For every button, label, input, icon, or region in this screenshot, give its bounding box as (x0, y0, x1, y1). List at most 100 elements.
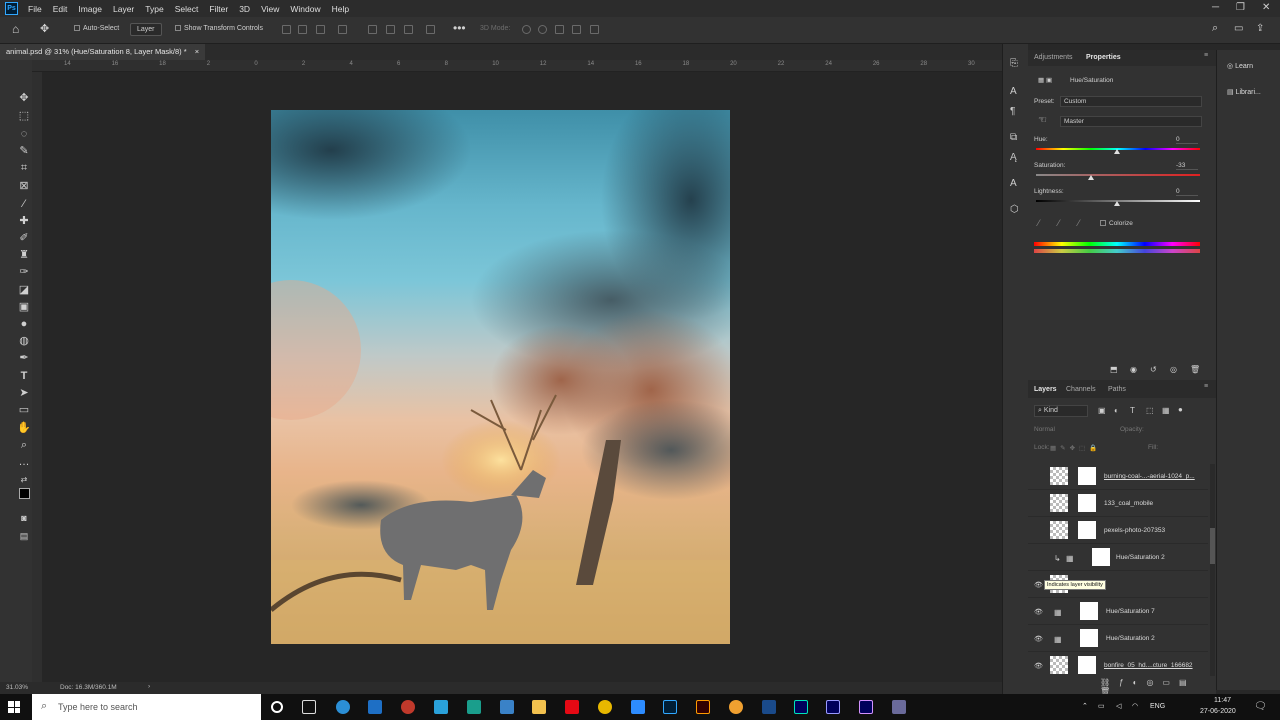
tab-channels[interactable]: Channels (1066, 386, 1096, 393)
roll-3d-icon[interactable] (538, 25, 547, 34)
layer-name[interactable]: Hue/Saturation 2 (1116, 554, 1165, 561)
workspace-icon[interactable]: ▭ (1234, 23, 1243, 34)
tab-properties[interactable]: Properties (1086, 54, 1121, 61)
hue-value-input[interactable]: 0 (1176, 136, 1198, 144)
layers-scrollbar[interactable] (1210, 464, 1215, 676)
layer-row[interactable]: 👁 bonfire_05_hd....cture_166682 (1028, 653, 1208, 676)
targeted-adjustment-icon[interactable]: ☜ (1038, 115, 1047, 126)
edge-icon[interactable] (336, 700, 350, 714)
status-arrow-icon[interactable]: › (148, 683, 150, 690)
menu-filter[interactable]: Filter (209, 4, 228, 14)
slide-3d-icon[interactable] (572, 25, 581, 34)
layer-mask-thumbnail[interactable] (1078, 521, 1096, 539)
layer-row[interactable]: pexels-photo-207353 (1028, 518, 1208, 544)
network-icon[interactable]: ▭ (1098, 702, 1105, 710)
volume-icon[interactable]: ◁ (1116, 702, 1121, 710)
layer-name[interactable]: Hue/Saturation 2 (1106, 635, 1155, 642)
filter-smart-icon[interactable]: ▦ (1162, 406, 1170, 415)
layer-row[interactable]: 👁 ▦ Hue/Saturation 2 (1028, 626, 1208, 652)
quick-mask-icon[interactable]: ◙ (17, 512, 31, 524)
colorize-checkbox[interactable]: Colorize (1100, 220, 1133, 227)
align-center-icon[interactable] (298, 25, 307, 34)
illustrator-icon[interactable] (696, 700, 710, 714)
menu-view[interactable]: View (261, 4, 279, 14)
history-brush-tool-icon[interactable]: ✑ (17, 266, 31, 278)
brush-tool-icon[interactable]: ✐ (17, 232, 31, 244)
saturation-value-input[interactable]: -33 (1176, 162, 1198, 170)
move-tool-icon[interactable]: ✥ (17, 92, 31, 104)
layer-dropdown[interactable]: Layer (130, 23, 162, 36)
lightness-slider-thumb[interactable] (1114, 201, 1120, 206)
home-icon[interactable]: ⌂ (12, 22, 19, 36)
align-left-icon[interactable] (282, 25, 291, 34)
document-tab[interactable]: animal.psd @ 31% (Hue/Saturation 8, Laye… (0, 44, 206, 60)
drag-3d-icon[interactable] (555, 25, 564, 34)
align-right-icon[interactable] (316, 25, 325, 34)
marquee-tool-icon[interactable]: ⬚ (17, 110, 31, 122)
saturation-slider[interactable] (1036, 174, 1200, 176)
crop-tool-icon[interactable]: ⌗ (17, 162, 31, 174)
layers-scroll-thumb[interactable] (1210, 528, 1215, 564)
paragraph-icon[interactable]: ¶ (1010, 106, 1015, 117)
store-icon[interactable] (500, 700, 514, 714)
app-m-icon[interactable] (467, 700, 481, 714)
menu-window[interactable]: Window (290, 4, 320, 14)
mail-icon[interactable] (368, 700, 382, 714)
tab-paths[interactable]: Paths (1108, 386, 1126, 393)
cortana-icon[interactable] (271, 701, 283, 713)
layer-row[interactable]: 👁 ▦ Hue/Saturation 7 (1028, 599, 1208, 625)
layer-row[interactable]: burning-coal-...-aerial-1024_p... (1028, 464, 1208, 490)
view-previous-icon[interactable]: ◉ (1130, 365, 1137, 374)
app-red-icon[interactable] (401, 700, 415, 714)
tab-layers[interactable]: Layers (1034, 386, 1057, 393)
blend-mode-dropdown[interactable]: Normal (1034, 426, 1055, 433)
clip-to-layer-icon[interactable]: ⬒ (1110, 365, 1118, 374)
saturation-slider-thumb[interactable] (1087, 175, 1094, 180)
hue-slider-thumb[interactable] (1114, 149, 1120, 154)
after-effects-icon[interactable] (859, 700, 873, 714)
rectangle-tool-icon[interactable]: ▭ (17, 404, 31, 416)
more-tools-icon[interactable]: … (17, 456, 31, 468)
layer-name[interactable]: bonfire_05_hd....cture_166682 (1104, 662, 1193, 669)
filter-adjustment-icon[interactable]: ◐ (1114, 406, 1119, 415)
delete-icon[interactable]: 🗑 (1190, 365, 1200, 374)
eyedropper-plus-icon[interactable]: ⁄ (1058, 218, 1060, 228)
layers-menu-icon[interactable]: ≡ (1204, 383, 1208, 390)
history-icon[interactable]: ⎘ (1010, 58, 1018, 69)
channel-dropdown[interactable]: Master (1060, 116, 1202, 127)
layer-name[interactable]: 133_coal_mobile (1104, 500, 1153, 507)
align-bottom-icon[interactable] (404, 25, 413, 34)
share-icon[interactable]: ⇪ (1256, 23, 1264, 34)
filter-pixel-icon[interactable]: ▣ (1098, 406, 1106, 415)
close-icon[interactable]: ✕ (1262, 2, 1270, 13)
scale-3d-icon[interactable] (590, 25, 599, 34)
auto-select-checkbox[interactable]: Auto-Select (74, 25, 119, 32)
type-tool-icon[interactable]: T (17, 370, 31, 382)
align-middle-icon[interactable] (386, 25, 395, 34)
menu-select[interactable]: Select (175, 4, 199, 14)
swap-colors-icon[interactable]: ⇄ (17, 474, 31, 486)
pen-tool-icon[interactable]: ✒ (17, 352, 31, 364)
eye-icon[interactable]: 👁 (1034, 635, 1043, 643)
panel-menu-icon[interactable]: ≡ (1204, 52, 1208, 59)
menu-image[interactable]: Image (78, 4, 102, 14)
learn-item[interactable]: ◎ Learn (1227, 62, 1253, 70)
menu-file[interactable]: File (28, 4, 42, 14)
menu-help[interactable]: Help (332, 4, 349, 14)
distribute-icon[interactable] (338, 25, 347, 34)
language-indicator[interactable]: ENG (1150, 703, 1165, 710)
more-options-icon[interactable]: ••• (453, 21, 466, 35)
lightness-value-input[interactable]: 0 (1176, 188, 1198, 196)
preset-dropdown[interactable]: Custom (1060, 96, 1202, 107)
premiere-icon[interactable] (826, 700, 840, 714)
layer-mask-thumbnail[interactable] (1080, 602, 1098, 620)
frame-tool-icon[interactable]: ⊠ (17, 180, 31, 192)
close-tab-icon[interactable]: × (195, 47, 199, 56)
path-select-tool-icon[interactable]: ➤ (17, 387, 31, 399)
windows-start-icon[interactable] (8, 701, 20, 713)
eye-icon[interactable]: 👁 (1034, 662, 1043, 670)
filter-kind-dropdown[interactable]: ⌕ Kind (1034, 405, 1088, 417)
tray-chevron-icon[interactable]: ⌃ (1082, 702, 1088, 710)
app-orange-icon[interactable] (729, 700, 743, 714)
character-icon[interactable]: A (1010, 86, 1017, 97)
